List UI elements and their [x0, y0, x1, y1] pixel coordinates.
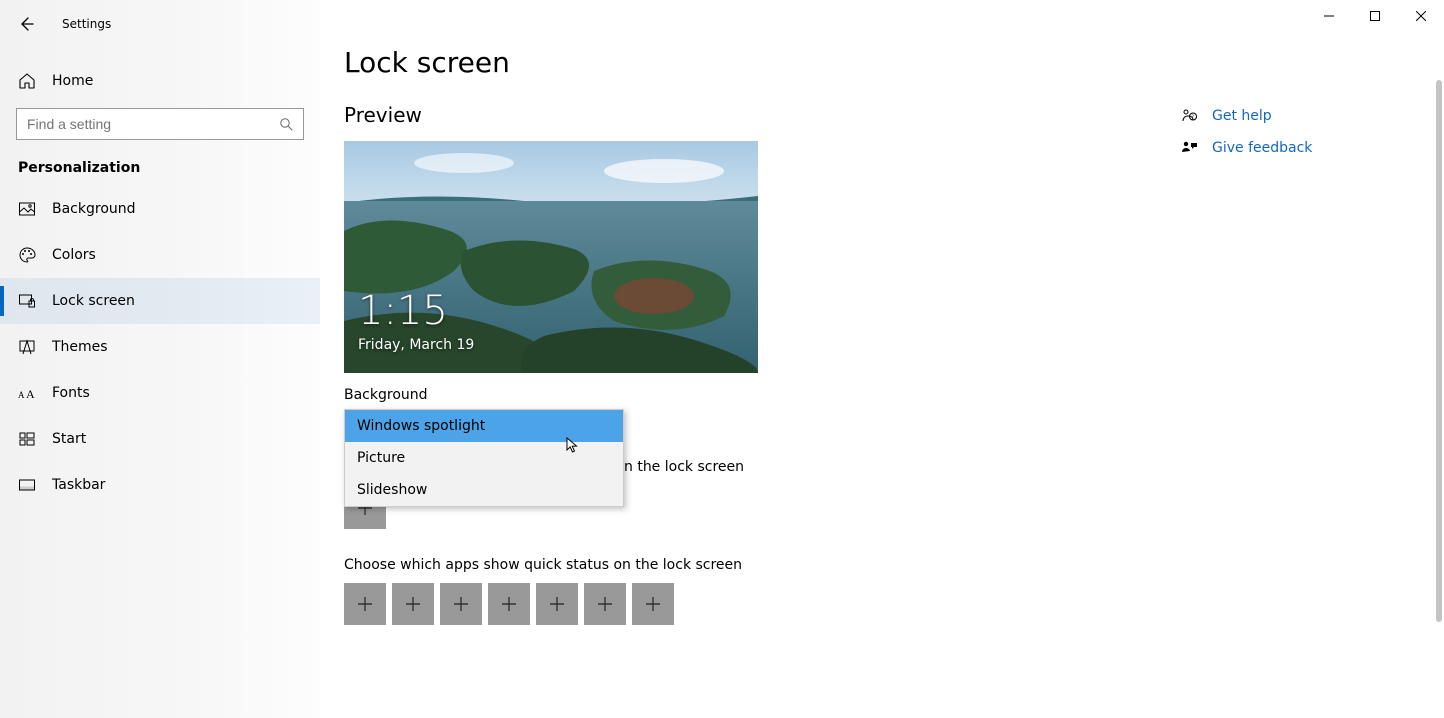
- minimize-icon: [1324, 11, 1334, 21]
- sidebar-home[interactable]: Home: [0, 58, 320, 104]
- quick-status-label: Choose which apps show quick status on t…: [344, 557, 1444, 573]
- page-title: Lock screen: [344, 46, 1444, 79]
- search-input[interactable]: [16, 108, 304, 140]
- sidebar-item-label: Colors: [52, 247, 96, 263]
- palette-icon: [18, 246, 36, 264]
- sidebar-item-label: Taskbar: [52, 477, 105, 493]
- quick-status-slot-6[interactable]: [584, 583, 626, 625]
- search-icon: [279, 117, 293, 131]
- minimize-button[interactable]: [1306, 0, 1352, 32]
- scrollbar[interactable]: [1436, 80, 1442, 710]
- titlebar: Settings: [0, 8, 320, 40]
- aside: ? Get help Give feedback: [1180, 100, 1420, 164]
- preview-time: 1:15: [358, 291, 448, 331]
- option-label: Slideshow: [357, 482, 427, 498]
- sidebar-item-lock-screen[interactable]: Lock screen: [0, 278, 320, 324]
- maximize-icon: [1370, 11, 1380, 21]
- get-help-link[interactable]: ? Get help: [1180, 100, 1420, 132]
- taskbar-icon: [18, 476, 36, 494]
- sidebar-item-background[interactable]: Background: [0, 186, 320, 232]
- svg-text:A: A: [18, 390, 25, 400]
- close-icon: [1416, 11, 1426, 21]
- plus-icon: [549, 596, 565, 612]
- plus-icon: [357, 596, 373, 612]
- sidebar-item-start[interactable]: Start: [0, 416, 320, 462]
- quick-status-slot-3[interactable]: [440, 583, 482, 625]
- plus-icon: [597, 596, 613, 612]
- settings-app: Settings Home Personalization Background…: [0, 0, 1444, 718]
- maximize-button[interactable]: [1352, 0, 1398, 32]
- main-content: Lock screen Preview: [320, 0, 1444, 718]
- plus-icon: [453, 596, 469, 612]
- start-icon: [18, 430, 36, 448]
- preview-date: Friday, March 19: [358, 337, 474, 353]
- arrow-left-icon: [18, 16, 34, 32]
- back-button[interactable]: [18, 16, 34, 32]
- lock-screen-icon: [18, 292, 36, 310]
- sidebar-item-colors[interactable]: Colors: [0, 232, 320, 278]
- feedback-label: Give feedback: [1212, 140, 1312, 156]
- home-label: Home: [52, 73, 93, 89]
- sidebar-item-label: Fonts: [52, 385, 90, 401]
- plus-icon: [645, 596, 661, 612]
- background-dropdown-list: Windows spotlight Picture Slideshow: [344, 409, 624, 507]
- sidebar-item-label: Lock screen: [52, 293, 135, 309]
- search-container: [0, 108, 320, 140]
- quick-status-slot-1[interactable]: [344, 583, 386, 625]
- quick-status-slot-5[interactable]: [536, 583, 578, 625]
- svg-text:A: A: [26, 387, 35, 401]
- window-controls: [1306, 0, 1444, 32]
- search-field[interactable]: [27, 116, 279, 132]
- help-label: Get help: [1212, 108, 1272, 124]
- sidebar-item-taskbar[interactable]: Taskbar: [0, 462, 320, 508]
- lockscreen-preview[interactable]: 1:15 Friday, March 19: [344, 141, 758, 373]
- quick-status-row: [344, 583, 1444, 625]
- background-label: Background: [344, 387, 1444, 403]
- plus-icon: [501, 596, 517, 612]
- close-button[interactable]: [1398, 0, 1444, 32]
- app-name: Settings: [62, 17, 111, 31]
- dropdown-option-spotlight[interactable]: Windows spotlight: [345, 410, 623, 442]
- quick-status-slot-7[interactable]: [632, 583, 674, 625]
- sidebar-item-label: Themes: [52, 339, 108, 355]
- sidebar: Settings Home Personalization Background…: [0, 0, 320, 718]
- picture-icon: [18, 200, 36, 218]
- sidebar-item-themes[interactable]: Themes: [0, 324, 320, 370]
- sidebar-item-label: Start: [52, 431, 86, 447]
- scroll-thumb[interactable]: [1436, 80, 1442, 622]
- svg-text:?: ?: [1191, 115, 1194, 121]
- give-feedback-link[interactable]: Give feedback: [1180, 132, 1420, 164]
- sidebar-category: Personalization: [0, 140, 320, 186]
- themes-icon: [18, 338, 36, 356]
- quick-status-slot-4[interactable]: [488, 583, 530, 625]
- dropdown-option-picture[interactable]: Picture: [345, 442, 623, 474]
- sidebar-item-label: Background: [52, 201, 136, 217]
- quick-status-slot-2[interactable]: [392, 583, 434, 625]
- option-label: Windows spotlight: [357, 418, 485, 434]
- help-icon: ?: [1180, 107, 1198, 125]
- sidebar-item-fonts[interactable]: AA Fonts: [0, 370, 320, 416]
- plus-icon: [405, 596, 421, 612]
- feedback-icon: [1180, 139, 1198, 157]
- option-label: Picture: [357, 450, 405, 466]
- fonts-icon: AA: [18, 384, 36, 402]
- home-icon: [18, 72, 36, 90]
- dropdown-option-slideshow[interactable]: Slideshow: [345, 474, 623, 506]
